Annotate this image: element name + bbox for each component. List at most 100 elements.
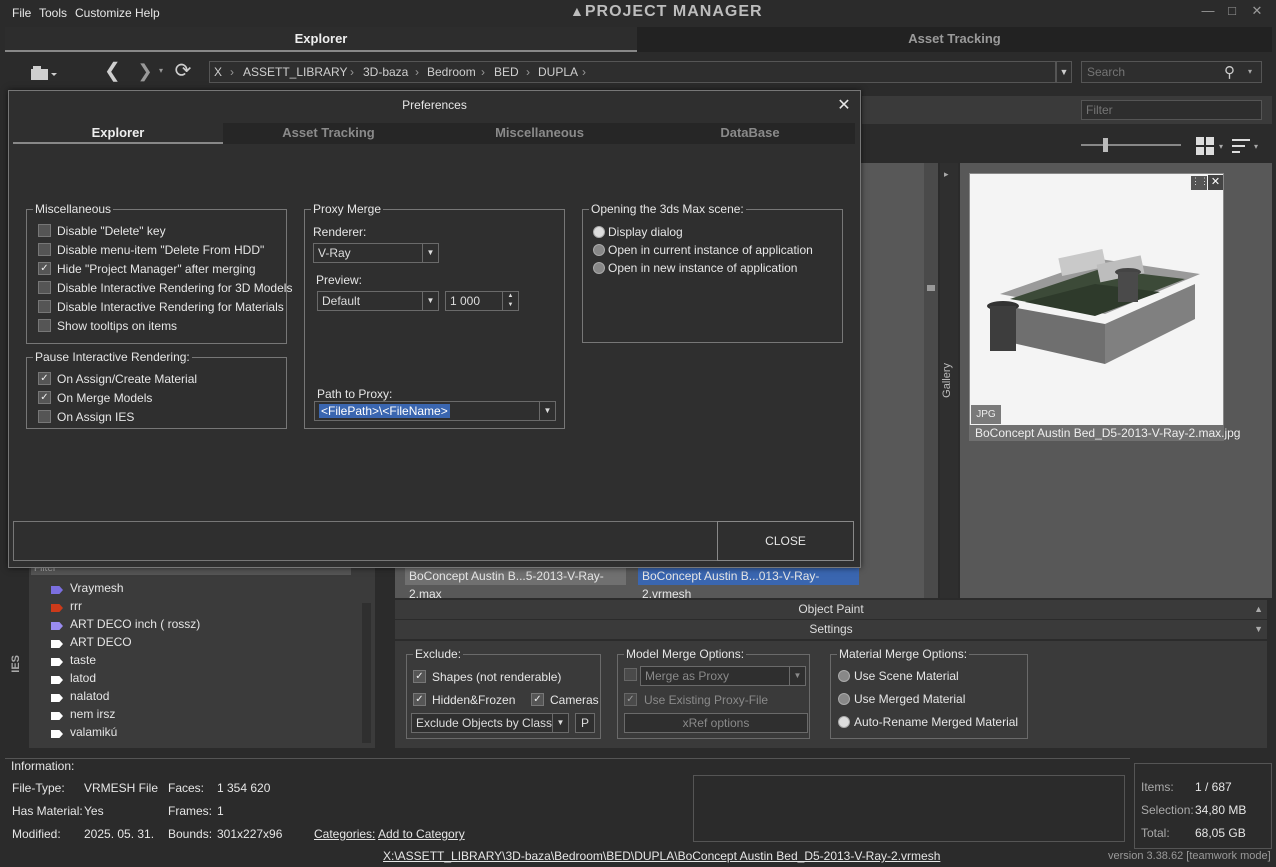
category-list-item[interactable]: taste [70, 653, 96, 667]
gallery-toggle-strip[interactable]: ▸ Gallery [940, 163, 958, 598]
xref-options-button[interactable]: xRef options [624, 713, 808, 733]
address-bar[interactable]: X › ASSETT_LIBRARY › 3D-baza › Bedroom ›… [209, 61, 1056, 83]
option-checkbox[interactable]: ✓ [38, 391, 51, 404]
tab-explorer[interactable]: Explorer [5, 27, 637, 52]
auto-rename-material-label: Auto-Rename Merged Material [854, 715, 1019, 729]
option-checkbox[interactable]: ✓ [38, 262, 51, 275]
sort-icon[interactable] [1232, 137, 1250, 155]
close-button[interactable]: CLOSE [717, 521, 854, 561]
dialog-tab-miscellaneous[interactable]: Miscellaneous [434, 123, 645, 144]
menu-help[interactable]: Help [135, 6, 160, 20]
thumbnail-grip-icon[interactable]: ⋮⋮ [1191, 176, 1209, 190]
path-to-proxy-combo[interactable]: <FilePath>\<FileName> ▼ [314, 401, 556, 421]
option-checkbox[interactable]: ✓ [38, 372, 51, 385]
use-scene-material-radio[interactable] [838, 670, 850, 682]
history-dropdown-icon[interactable]: ▾ [156, 66, 166, 75]
category-list-item[interactable]: valamikú [70, 725, 117, 739]
exclude-title: Exclude: [413, 647, 464, 661]
category-list-item[interactable]: ART DECO inch ( rossz) [70, 617, 200, 631]
collapse-icon: ▲ [1254, 604, 1263, 614]
display-dialog-radio[interactable] [593, 226, 605, 238]
merge-proxy-combo[interactable]: Merge as Proxy ▼ [640, 666, 806, 686]
merge-proxy-checkbox[interactable] [624, 668, 637, 681]
add-to-category-link[interactable]: Add to Category [378, 827, 465, 841]
search-options-dropdown-icon[interactable]: ▾ [1248, 67, 1252, 76]
display-dialog-label: Display dialog [608, 225, 683, 239]
search-icon[interactable]: ⚲ [1224, 63, 1235, 81]
p-button[interactable]: P [575, 713, 595, 733]
dialog-tab-explorer[interactable]: Explorer [13, 123, 223, 144]
view-dropdown-icon[interactable]: ▾ [1219, 142, 1223, 151]
category-list-item[interactable]: Vraymesh [70, 581, 124, 595]
category-list-item[interactable]: latod [70, 671, 96, 685]
breadcrumb-bed[interactable]: BED [494, 65, 519, 79]
settings-header[interactable]: Settings ▼ [395, 620, 1267, 639]
chevron-down-icon: ▼ [552, 714, 568, 732]
close-window-button[interactable]: ✕ [1246, 3, 1268, 21]
dialog-close-icon[interactable]: ✕ [835, 95, 853, 115]
category-list-item[interactable]: rrr [70, 599, 82, 613]
dialog-tab-database[interactable]: DataBase [645, 123, 855, 144]
option-checkbox[interactable] [38, 300, 51, 313]
refresh-icon[interactable]: ⟳ [172, 60, 194, 82]
option-checkbox[interactable] [38, 243, 51, 256]
auto-rename-material-radio[interactable] [838, 716, 850, 728]
open-new-instance-radio[interactable] [593, 262, 605, 274]
file-list-scrollbar[interactable] [924, 163, 938, 598]
menu-tools[interactable]: Tools [39, 6, 67, 20]
folder-menu-icon[interactable] [30, 65, 58, 81]
category-list-item[interactable]: nalatod [70, 689, 109, 703]
grid-view-icon[interactable] [1196, 137, 1214, 155]
dialog-tab-asset-tracking[interactable]: Asset Tracking [223, 123, 434, 144]
breadcrumb-3d-baza[interactable]: 3D-baza [363, 65, 408, 79]
category-scrollbar[interactable] [362, 603, 371, 743]
option-label: Disable Interactive Rendering for Materi… [57, 300, 284, 314]
dialog-title: Preferences [402, 98, 467, 112]
option-checkbox[interactable] [38, 281, 51, 294]
sort-dropdown-icon[interactable]: ▾ [1254, 142, 1258, 151]
address-dropdown-icon[interactable]: ▼ [1056, 61, 1072, 83]
exclude-class-combo[interactable]: Exclude Objects by Class ▼ [411, 713, 569, 733]
breadcrumb-assett-library[interactable]: ASSETT_LIBRARY [243, 65, 347, 79]
filter-input[interactable] [1082, 101, 1261, 119]
menu-customize[interactable]: Customize [75, 6, 132, 20]
gallery-expand-icon[interactable]: ▸ [944, 169, 949, 180]
use-merged-material-radio[interactable] [838, 693, 850, 705]
option-checkbox[interactable] [38, 224, 51, 237]
tab-asset-tracking[interactable]: Asset Tracking [637, 27, 1272, 52]
breadcrumb-bedroom[interactable]: Bedroom [427, 65, 476, 79]
file-item-max[interactable]: BoConcept Austin B...5-2013-V-Ray-2.max [405, 567, 626, 601]
shapes-checkbox[interactable]: ✓ [413, 670, 426, 683]
object-paint-header[interactable]: Object Paint ▲ [395, 600, 1267, 619]
zoom-slider[interactable] [1081, 144, 1181, 146]
minimize-button[interactable]: — [1197, 3, 1219, 21]
shapes-label: Shapes (not renderable) [432, 670, 562, 684]
back-icon[interactable]: ❮ [104, 61, 121, 82]
breadcrumb-dupla[interactable]: DUPLA [538, 65, 578, 79]
hidden-frozen-checkbox[interactable]: ✓ [413, 693, 426, 706]
filter-box[interactable] [1081, 100, 1262, 120]
preferences-dialog: Preferences ✕ Explorer Asset Tracking Mi… [8, 90, 861, 568]
info-notes-box[interactable] [693, 775, 1125, 842]
breadcrumb-root[interactable]: X [214, 65, 222, 79]
thumbnail-close-icon[interactable]: ✕ [1208, 175, 1223, 190]
search-box[interactable]: ⚲ ▾ [1081, 61, 1262, 83]
zoom-slider-handle[interactable] [1103, 138, 1108, 152]
status-path[interactable]: X:\ASSETT_LIBRARY\3D-baza\Bedroom\BED\DU… [383, 849, 940, 863]
option-checkbox[interactable] [38, 410, 51, 423]
maximize-button[interactable]: □ [1221, 3, 1243, 21]
open-current-instance-radio[interactable] [593, 244, 605, 256]
renderer-combo[interactable]: V-Ray ▼ [313, 243, 439, 263]
menu-file[interactable]: File [12, 6, 31, 20]
category-list-item[interactable]: nem irsz [70, 707, 115, 721]
search-input[interactable] [1082, 62, 1212, 82]
thumbnail-card[interactable]: ⋮⋮ ✕ JPG [969, 173, 1224, 426]
forward-icon[interactable]: ❯ [137, 62, 153, 82]
cameras-checkbox[interactable]: ✓ [531, 693, 544, 706]
preview-count-spinner[interactable]: 1 000 ▲ ▼ [445, 291, 519, 311]
file-item-vrmesh[interactable]: BoConcept Austin B...013-V-Ray-2.vrmesh [638, 567, 859, 601]
option-checkbox[interactable] [38, 319, 51, 332]
preview-combo[interactable]: Default ▼ [317, 291, 439, 311]
category-list-item[interactable]: ART DECO [70, 635, 132, 649]
existing-proxy-checkbox[interactable]: ✓ [624, 693, 637, 706]
